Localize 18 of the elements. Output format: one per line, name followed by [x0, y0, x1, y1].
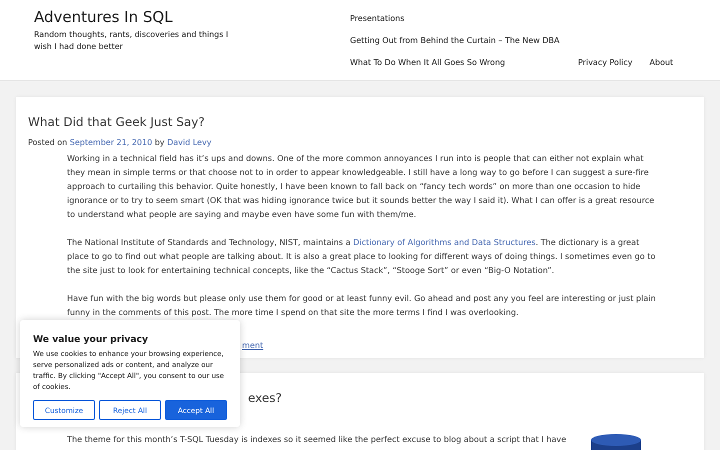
site-title[interactable]: Adventures In SQL: [34, 8, 173, 26]
comment-link[interactable]: ment: [242, 339, 264, 351]
post-meta: Posted on September 21, 2010 by David Levy: [28, 138, 212, 147]
paragraph: The National Institute of Standards and Technology, NIST, maintains a Dictionary of Algorithms and Data Structures. The dictionary is a great place to go to find out what people are talking about. It is also a great place to looking for different ways of doing things. I sometimes even go to the site just to look for entertaining technical concepts, like the “Cactus Stack”, “Stooge Sort” or even “Big-O Notation”.: [67, 236, 656, 277]
nav-link[interactable]: Privacy Policy: [578, 56, 633, 69]
cookie-title: We value your privacy: [33, 334, 148, 345]
link[interactable]: Dictionary of Algorithms and Data Structures: [353, 237, 536, 247]
author-link[interactable]: David Levy: [167, 138, 212, 147]
post-title[interactable]: What Did that Geek Just Say?: [28, 115, 205, 129]
paragraph: Have fun with the big words but please only use them for good or at least funny evil. Go ahead and post any you feel are interesting or just plain funny in the comments of this post. The more time I spend on that site the more terms I find I was overlooking.: [67, 292, 657, 319]
nav-link[interactable]: Presentations: [350, 12, 578, 25]
date-link[interactable]: September 21, 2010: [70, 138, 152, 147]
nav-link[interactable]: What To Do When It All Goes So Wrong: [350, 56, 578, 69]
nav-link[interactable]: Getting Out from Behind the Curtain – The New DBA: [350, 34, 578, 47]
paragraph: Working in a technical field has it’s ups and downs. One of the more common annoyances I run into is people that can either not explain what they mean in simple terms or that choose not to in order to appear knowledgeable. I still have a long way to go before I can suggest a sure-fire approach to curtailing this behavior. Quite honestly, I have been known to fall back on “fancy tech words” on more than one occasion to hide ignorance or to try to seem smart (OK that was hiding ignorance twice but it sounds better the way I said it). What I can offer is a great resource to understand what people are saying and maybe even have some fun with them/me.: [67, 152, 656, 221]
post-title[interactable]: exes?: [248, 391, 282, 405]
paragraph: The theme for this month’s T-SQL Tuesday is indexes so it seemed like the perfect excuse to blog about a script that I have: [67, 433, 568, 446]
nav-link[interactable]: About: [650, 56, 674, 69]
